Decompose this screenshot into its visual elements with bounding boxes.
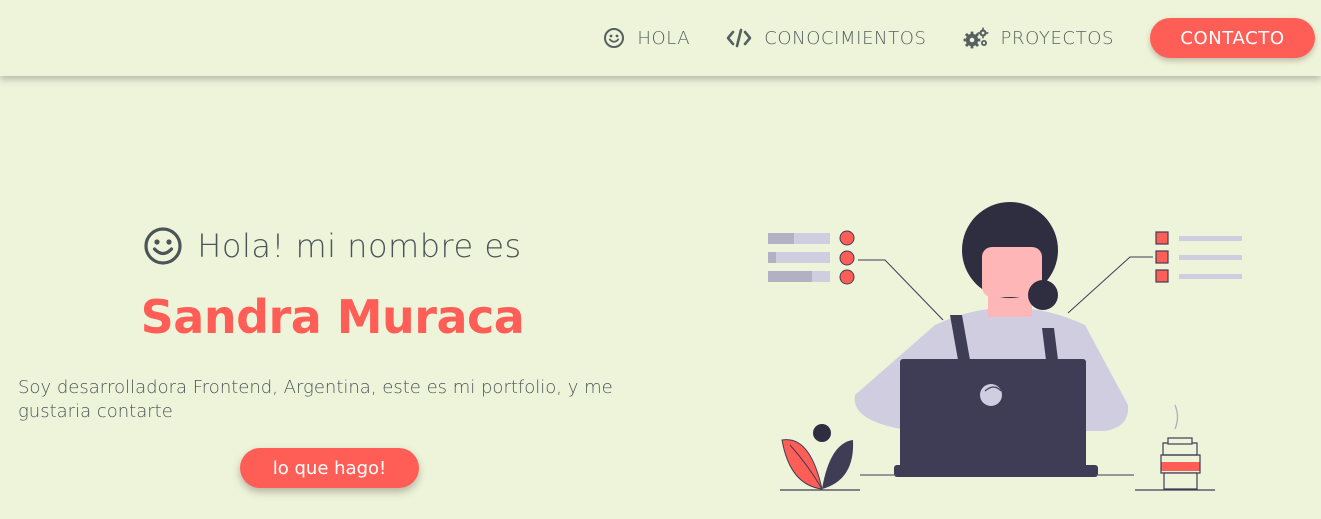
gears-icon: [963, 27, 989, 49]
smile-icon: [603, 27, 625, 49]
hero-name: Sandra Muraca: [140, 290, 525, 344]
nav-links: HOLA CONOCIMIENTOS PROYECTOS CONTACTO: [603, 0, 1321, 76]
nav-item-hola[interactable]: HOLA: [603, 27, 690, 49]
nav-item-label: CONOCIMIENTOS: [764, 27, 927, 49]
nav-item-conocimientos[interactable]: CONOCIMIENTOS: [726, 27, 926, 49]
nav-item-label: PROYECTOS: [1000, 27, 1114, 49]
nav-item-proyectos[interactable]: PROYECTOS: [963, 27, 1114, 49]
plant-icon: [781, 424, 854, 490]
hero-description: Soy desarrolladora Frontend, Argentina, …: [18, 377, 613, 422]
right-list-icon: [1067, 231, 1242, 314]
what-i-do-button[interactable]: lo que hago!: [240, 448, 419, 488]
smile-icon: [143, 226, 183, 266]
greeting: Hola! mi nombre es: [0, 226, 665, 266]
hero-intro: Hola! mi nombre es Sandra Muraca Soy des…: [0, 76, 665, 519]
left-list-icon: [768, 230, 944, 321]
nav-item-label: HOLA: [637, 27, 691, 49]
contact-button[interactable]: CONTACTO: [1150, 18, 1315, 58]
navbar: HOLA CONOCIMIENTOS PROYECTOS CONTACTO: [0, 0, 1321, 76]
coffee-cup-icon: [1160, 404, 1201, 490]
greeting-text: Hola! mi nombre es: [197, 227, 522, 265]
code-icon: [726, 27, 752, 49]
developer-illustration: [768, 202, 1242, 491]
